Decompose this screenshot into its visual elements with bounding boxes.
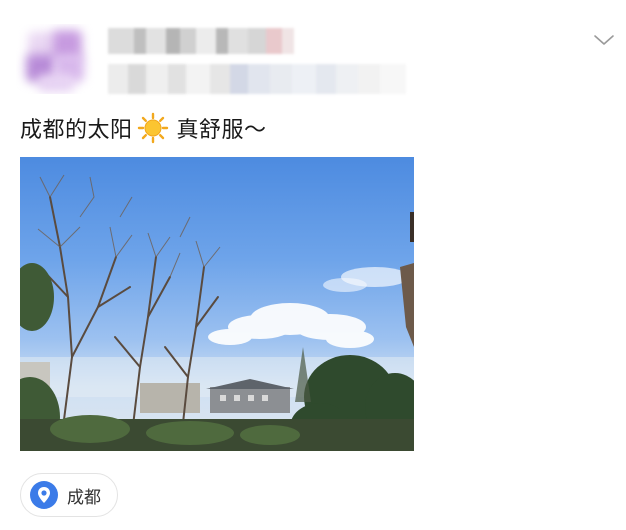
meta-blurred xyxy=(108,64,406,94)
location-chip[interactable]: 成都 xyxy=(20,473,118,517)
sun-emoji-icon xyxy=(137,112,169,144)
moments-post: 成都的太阳 真舒服～ 成都 xyxy=(0,0,626,530)
post-photo[interactable] xyxy=(20,157,414,451)
avatar[interactable] xyxy=(16,24,100,94)
chevron-down-icon[interactable] xyxy=(592,30,616,50)
post-text-part2: 真舒服～ xyxy=(176,118,267,143)
username-blurred[interactable] xyxy=(108,28,294,54)
post-text: 成都的太阳 真舒服～ xyxy=(20,112,267,144)
post-text-part1: 成都的太阳 xyxy=(20,118,133,143)
location-label: 成都 xyxy=(67,487,101,508)
location-pin-icon xyxy=(29,480,59,510)
